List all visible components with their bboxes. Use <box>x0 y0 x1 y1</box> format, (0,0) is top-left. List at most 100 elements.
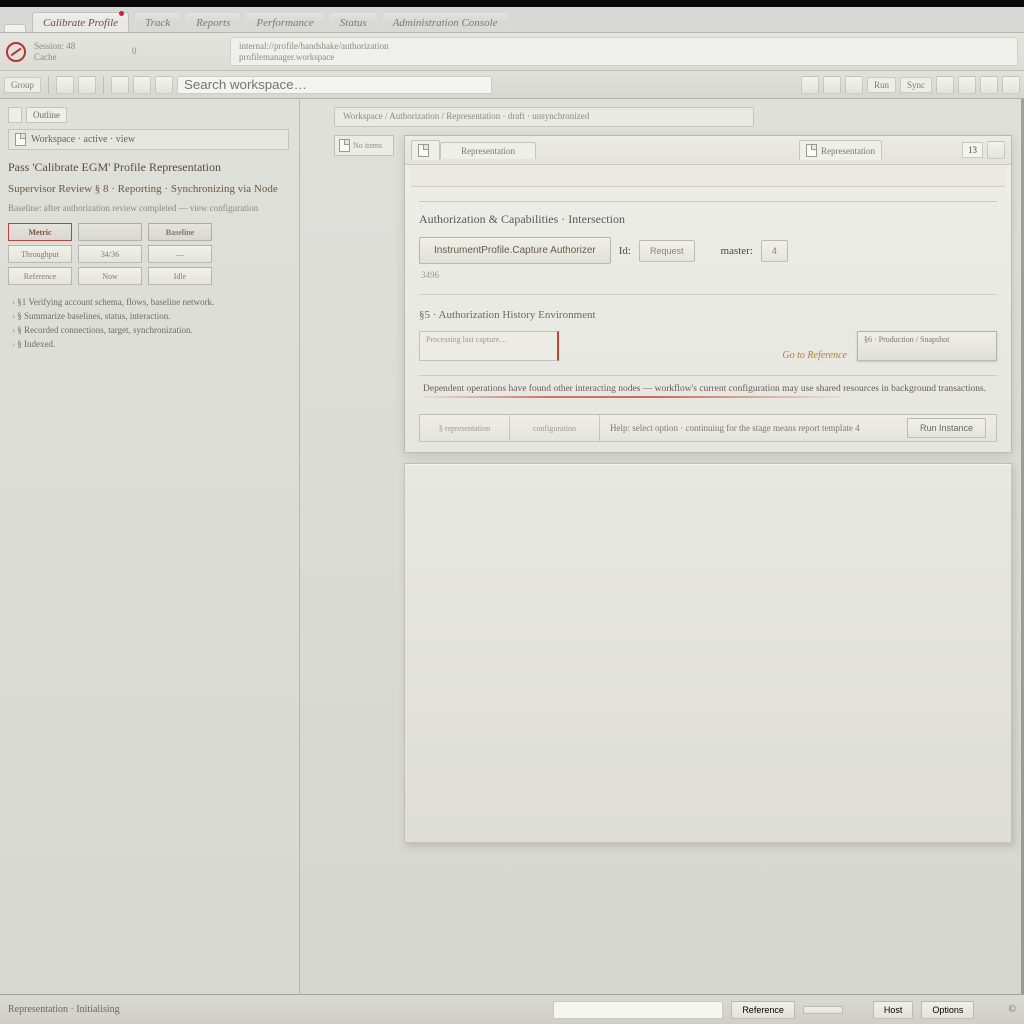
action-row: InstrumentProfile.Capture Authorizer Id:… <box>419 237 997 264</box>
metric-grid: Metric Baseline Throughput 34/36 — Refer… <box>8 223 289 285</box>
status-host-button[interactable]: Host <box>873 1001 914 1019</box>
status-bar: Representation · Initialising Reference … <box>0 994 1024 1024</box>
sidebar-list: §1 Verifying account schema, flows, base… <box>12 297 289 349</box>
tab-label: Status <box>340 17 367 29</box>
toolbar-icon[interactable] <box>78 76 96 94</box>
status-reference-button[interactable]: Reference <box>731 1001 795 1019</box>
tab-track[interactable]: Track <box>135 13 180 32</box>
strip-cell[interactable]: § representation <box>420 415 510 441</box>
grid-cell[interactable]: — <box>148 245 212 263</box>
grid-cell[interactable]: Idle <box>148 267 212 285</box>
sidebar-tabs: Outline <box>8 107 289 123</box>
panel-tab-secondary[interactable]: Representation <box>799 140 882 160</box>
address-field[interactable]: internal://profile/handshake/authorizati… <box>230 37 1018 66</box>
toolbar-icon[interactable] <box>801 76 819 94</box>
grid-cell[interactable]: Reference <box>8 267 72 285</box>
tab-admin[interactable]: Administration Console <box>383 13 508 32</box>
toolbar-icon[interactable] <box>958 76 976 94</box>
grid-cell[interactable]: Baseline <box>148 223 212 241</box>
tab-calibrate[interactable]: Calibrate Profile <box>32 12 129 32</box>
document-icon <box>418 144 429 157</box>
left-rail: No items <box>334 135 394 156</box>
list-item[interactable]: § Indexed. <box>12 339 289 349</box>
rail-box[interactable]: No items <box>334 135 394 156</box>
tab-label: Track <box>145 17 170 29</box>
toolbar-search-input[interactable] <box>177 76 492 94</box>
grid-cell[interactable]: Throughput <box>8 245 72 263</box>
warning-message: Dependent operations have found other in… <box>419 375 997 402</box>
address-line: profilemanager.workspace <box>239 52 1009 62</box>
toolbar-chip-group[interactable]: Group <box>4 77 41 93</box>
tab-status[interactable]: Status <box>330 13 377 32</box>
field-label: master: <box>721 245 753 257</box>
tab-label: Administration Console <box>393 17 498 29</box>
status-field[interactable] <box>553 1001 723 1019</box>
sidebar-strip: Workspace · active · view <box>8 129 289 150</box>
list-item[interactable]: §1 Verifying account schema, flows, base… <box>12 297 289 307</box>
grid-cell[interactable]: Metric <box>8 223 72 241</box>
toolbar-icon[interactable] <box>56 76 74 94</box>
toolbar-icon[interactable] <box>845 76 863 94</box>
toolbar-icon[interactable] <box>155 76 173 94</box>
grid-cell[interactable]: 34/36 <box>78 245 142 263</box>
strip-message: Help: select option · continuing for the… <box>600 423 903 433</box>
tab-blank[interactable] <box>4 24 26 32</box>
main-tabs: Calibrate Profile Track Reports Performa… <box>0 7 1024 33</box>
tab-reports[interactable]: Reports <box>186 13 240 32</box>
warning-text: Dependent operations have found other in… <box>423 384 986 394</box>
list-item[interactable]: § Summarize baselines, status, interacti… <box>12 311 289 321</box>
tiny-caption: 3496 <box>421 270 997 280</box>
status-options-button[interactable]: Options <box>921 1001 974 1019</box>
grid-cell[interactable] <box>78 223 142 241</box>
breadcrumb[interactable]: Workspace / Authorization / Representati… <box>334 107 754 127</box>
main-panel: Representation Representation 13 Au <box>404 135 1012 453</box>
toolbar-icon[interactable] <box>936 76 954 94</box>
meta-line: Session: 48 <box>34 41 124 52</box>
sidebar-strip-text: Workspace · active · view <box>31 134 135 145</box>
tab-performance[interactable]: Performance <box>246 13 323 32</box>
field-label: Id: <box>619 245 631 257</box>
processing-box[interactable]: Processing last capture… <box>419 331 559 361</box>
toolbar-icon[interactable] <box>1002 76 1020 94</box>
list-item[interactable]: § Recorded connections, target, synchron… <box>12 325 289 335</box>
divider <box>419 201 997 202</box>
sidebar-tab[interactable] <box>8 107 22 123</box>
sidebar-tab-outline[interactable]: Outline <box>26 107 67 123</box>
toolbar-icon[interactable] <box>111 76 129 94</box>
capture-authorizer-button[interactable]: InstrumentProfile.Capture Authorizer <box>419 237 611 264</box>
sidebar: Outline Workspace · active · view Pass '… <box>0 99 300 994</box>
panel-menu-icon[interactable] <box>987 141 1005 159</box>
rail-label: No items <box>353 141 382 150</box>
document-icon <box>339 139 350 152</box>
go-reference-link[interactable]: Go to Reference <box>782 350 847 361</box>
panel-tab-main[interactable]: Representation <box>440 142 536 159</box>
status-text: Representation · Initialising <box>8 1004 120 1015</box>
stop-icon[interactable] <box>6 42 26 62</box>
panel-tab-label: Representation <box>821 146 875 156</box>
run-instance-button[interactable]: Run Instance <box>907 418 986 438</box>
toolbar-sync-button[interactable]: Sync <box>900 77 932 93</box>
corner-badge: © <box>1008 1004 1016 1015</box>
grid-cell[interactable]: Now <box>78 267 142 285</box>
production-snapshot-button[interactable]: §6 · Production / Snapshot <box>857 331 997 361</box>
content-area: Workspace / Authorization / Representati… <box>300 99 1024 994</box>
id-field-button[interactable]: Request <box>639 240 695 262</box>
toolbar-icon[interactable] <box>980 76 998 94</box>
master-field-button[interactable]: 4 <box>761 240 788 262</box>
output-panel[interactable] <box>404 463 1012 843</box>
panel-count: 13 <box>962 142 983 158</box>
section-title: §5 · Authorization History Environment <box>419 309 997 321</box>
status-button[interactable] <box>803 1006 843 1014</box>
toolbar-icon[interactable] <box>823 76 841 94</box>
panel-tabbar: Representation Representation 13 <box>405 136 1011 165</box>
warning-underline <box>423 396 843 398</box>
toolbar-icon[interactable] <box>133 76 151 94</box>
sidebar-title: Pass 'Calibrate EGM' Profile Representat… <box>8 160 289 175</box>
tab-label: Performance <box>256 17 313 29</box>
window-top-edge <box>0 0 1024 7</box>
toolbar-run-button[interactable]: Run <box>867 77 896 93</box>
main-split: Outline Workspace · active · view Pass '… <box>0 99 1024 994</box>
panel-tab-icon[interactable] <box>411 140 440 160</box>
strip-cell[interactable]: configuration <box>510 415 600 441</box>
session-meta: Session: 48 Cache <box>34 41 124 63</box>
